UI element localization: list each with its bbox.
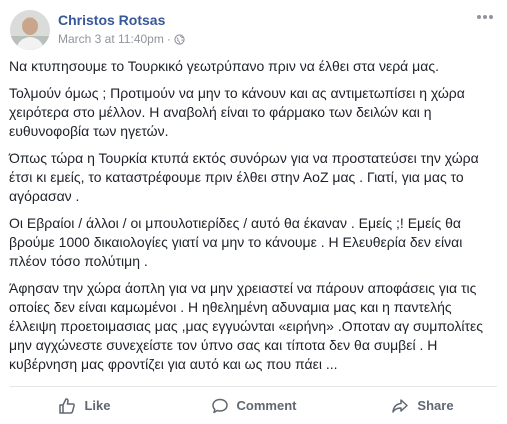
action-bar: Like Comment Share bbox=[0, 387, 507, 424]
post-body: Να κτυπησουμε το Τουρκικό γεωτρύπανο πρι… bbox=[9, 57, 501, 382]
post-paragraph-5: Άφησαν την χώρα άοπλη για να μην χρειαστ… bbox=[9, 280, 483, 372]
post-paragraph-3: Όπως τώρα η Τουρκία κτυπά εκτός συνόρων … bbox=[9, 150, 479, 204]
like-label: Like bbox=[84, 398, 111, 413]
share-icon bbox=[391, 397, 409, 415]
post-paragraph-4: Οι Εβραίοι / άλλοι / οι μπουλοτιερίδες /… bbox=[9, 215, 463, 269]
comment-icon bbox=[211, 397, 229, 415]
like-button[interactable]: Like bbox=[0, 387, 169, 424]
thumbs-up-icon bbox=[58, 397, 76, 415]
post-paragraph-1: Να κτυπησουμε το Τουρκικό γεωτρύπανο πρι… bbox=[9, 58, 439, 74]
facebook-post: Christos Rotsas March 3 at 11:40pm · Να … bbox=[0, 0, 507, 424]
author-name[interactable]: Christos Rotsas bbox=[58, 12, 165, 28]
comment-button[interactable]: Comment bbox=[169, 387, 338, 424]
post-timestamp[interactable]: March 3 at 11:40pm bbox=[58, 32, 164, 46]
post-meta: March 3 at 11:40pm · bbox=[58, 32, 185, 46]
avatar[interactable] bbox=[10, 10, 50, 50]
meta-separator: · bbox=[166, 32, 171, 46]
more-options-icon[interactable] bbox=[475, 10, 495, 24]
share-button[interactable]: Share bbox=[338, 387, 507, 424]
globe-icon[interactable] bbox=[174, 33, 185, 45]
post-paragraph-2: Τολμούν όμως ; Προτιμούν να μην το κάνου… bbox=[9, 85, 465, 139]
comment-label: Comment bbox=[236, 398, 297, 413]
share-label: Share bbox=[417, 398, 454, 413]
